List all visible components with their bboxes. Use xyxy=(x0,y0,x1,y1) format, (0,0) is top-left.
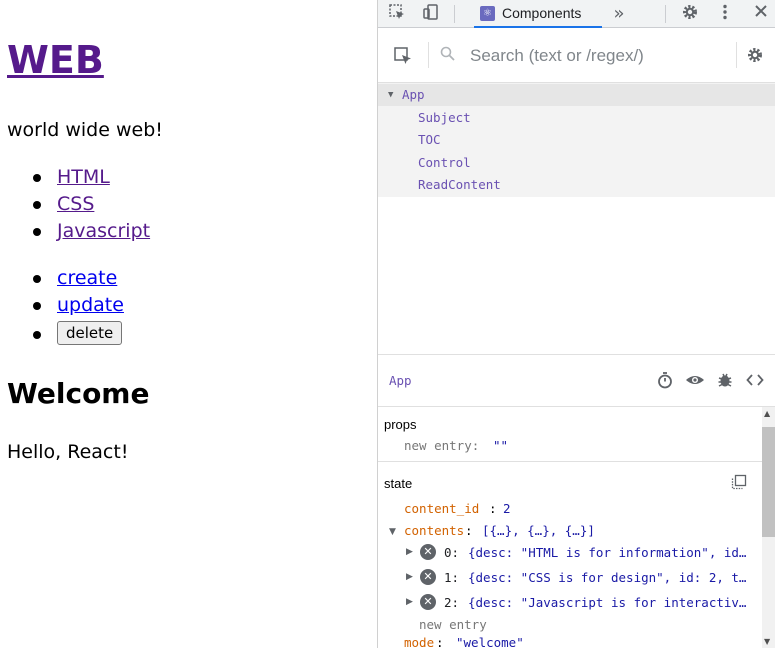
tab-components[interactable]: ⚛ Components xyxy=(474,0,602,28)
page-title: WEB xyxy=(7,38,104,82)
expand-arrow-icon[interactable]: ▶ xyxy=(406,547,413,557)
delete-entry-icon[interactable]: ✕ xyxy=(420,594,436,610)
devtools-tabbar: ⚛ Components » xyxy=(378,0,775,28)
toc-item: CSS xyxy=(33,191,150,218)
scrollbar[interactable]: ▲ ▼ xyxy=(762,407,775,648)
delete-button[interactable]: delete xyxy=(57,321,123,345)
update-link[interactable]: update xyxy=(57,294,124,316)
kebab-menu-icon[interactable] xyxy=(714,3,736,25)
tree-node-readcontent[interactable]: ReadContent xyxy=(378,174,775,196)
search-divider xyxy=(428,42,429,68)
react-icon: ⚛ xyxy=(480,6,495,21)
state-section-title: state xyxy=(384,476,413,491)
tree-node-toc[interactable]: TOC xyxy=(378,129,775,151)
toolbar-divider xyxy=(665,5,666,23)
contents-item-value: {desc: "CSS is for design", id: 2, t… xyxy=(468,570,747,585)
state-key-content-id[interactable]: content_id xyxy=(404,501,479,516)
content-heading: Welcome xyxy=(7,377,150,410)
state-key-contents[interactable]: contents xyxy=(404,523,464,538)
control-item: update xyxy=(33,292,124,319)
expand-arrow-icon[interactable]: ▶ xyxy=(406,572,413,582)
toc-item: Javascript xyxy=(33,218,150,245)
contents-item-index: 0: xyxy=(444,545,460,560)
contents-item-index: 2: xyxy=(444,595,460,610)
more-tabs-icon[interactable]: » xyxy=(608,3,630,25)
component-tree: ▼ App Subject TOC Control ReadContent xyxy=(378,83,775,197)
toc-link-javascript[interactable]: Javascript xyxy=(57,220,150,242)
toc-link-html[interactable]: HTML xyxy=(57,166,110,188)
collapse-arrow-icon[interactable]: ▼ xyxy=(388,84,393,106)
inspect-element-icon[interactable] xyxy=(386,3,408,25)
settings-gear-icon[interactable] xyxy=(679,3,701,25)
props-new-entry-key[interactable]: new entry: xyxy=(404,438,479,453)
devtools-panel: ⚛ Components » ▼ App xyxy=(377,0,775,648)
content-body: Hello, React! xyxy=(7,441,129,463)
scroll-down-icon[interactable]: ▼ xyxy=(764,637,770,646)
create-link[interactable]: create xyxy=(57,267,117,289)
control-list: create update delete xyxy=(33,265,124,349)
contents-item-index: 1: xyxy=(444,570,460,585)
state-value-mode[interactable]: "welcome" xyxy=(456,635,524,648)
title-link[interactable]: WEB xyxy=(7,38,104,82)
device-toolbar-icon[interactable] xyxy=(420,3,442,25)
delete-entry-icon[interactable]: ✕ xyxy=(420,544,436,560)
colon: : xyxy=(436,635,444,648)
scroll-up-icon[interactable]: ▲ xyxy=(764,409,770,418)
page-description: world wide web! xyxy=(7,119,163,141)
toolbar-divider xyxy=(454,5,455,23)
tab-components-label: Components xyxy=(502,5,582,21)
app-page: WEB world wide web! HTML CSS Javascript … xyxy=(0,0,377,648)
selected-component-name: App xyxy=(389,373,412,388)
select-component-icon[interactable] xyxy=(393,46,413,70)
close-icon[interactable] xyxy=(750,3,772,25)
bug-icon[interactable] xyxy=(715,371,735,391)
stopwatch-icon[interactable] xyxy=(655,371,675,391)
eye-icon[interactable] xyxy=(685,371,705,391)
contents-item-value: {desc: "HTML is for information", id… xyxy=(468,545,747,560)
props-new-entry-value[interactable]: "" xyxy=(493,438,508,453)
delete-entry-icon[interactable]: ✕ xyxy=(420,569,436,585)
state-key-mode[interactable]: mode xyxy=(404,635,434,648)
contents-new-entry[interactable]: new entry xyxy=(419,617,487,632)
copy-icon[interactable] xyxy=(731,474,747,494)
expand-arrow-icon[interactable]: ▼ xyxy=(389,527,396,537)
inspected-element-panel: props new entry: "" state content_id : 2… xyxy=(378,407,763,648)
expand-arrow-icon[interactable]: ▶ xyxy=(406,597,413,607)
inspected-element-header: App xyxy=(378,354,775,407)
section-divider xyxy=(378,461,763,462)
control-item: create xyxy=(33,265,124,292)
control-item: delete xyxy=(33,319,124,349)
scrollbar-thumb[interactable] xyxy=(762,427,775,537)
tree-node-subject[interactable]: Subject xyxy=(378,107,775,129)
contents-item-value: {desc: "Javascript is for interactiv… xyxy=(468,595,747,610)
colon: : xyxy=(489,501,497,516)
tree-node-app[interactable]: ▼ App xyxy=(378,84,775,106)
tree-node-control[interactable]: Control xyxy=(378,152,775,174)
toc-item: HTML xyxy=(33,164,150,191)
search-divider xyxy=(736,42,737,68)
state-value-contents: [{…}, {…}, {…}] xyxy=(482,523,595,538)
toc-link-css[interactable]: CSS xyxy=(57,193,94,215)
colon: : xyxy=(465,523,473,538)
toc-list: HTML CSS Javascript xyxy=(33,164,150,245)
search-icon xyxy=(440,46,455,65)
component-search-bar xyxy=(378,28,775,83)
props-section-title: props xyxy=(384,417,417,432)
state-value-content-id[interactable]: 2 xyxy=(503,501,511,516)
view-source-icon[interactable] xyxy=(745,371,765,391)
settings-gear-icon[interactable] xyxy=(746,46,764,68)
search-input[interactable] xyxy=(468,42,722,70)
